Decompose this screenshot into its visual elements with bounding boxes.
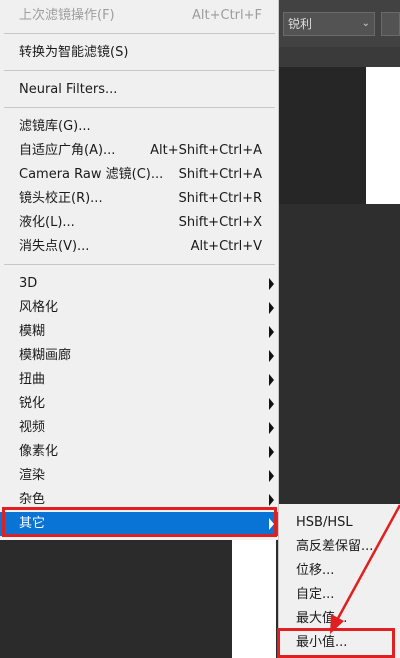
shortcut-label: Alt+Shift+Ctrl+A	[150, 143, 262, 158]
workspace-background	[278, 67, 366, 204]
submenu-item-high-pass[interactable]: 高反差保留...	[279, 535, 400, 559]
menu-item-adaptive-wide-angle[interactable]: 自适应广角(A)... Alt+Shift+Ctrl+A	[0, 139, 278, 163]
submenu-arrow-icon	[269, 374, 274, 386]
menu-item-lens-correction[interactable]: 镜头校正(R)... Shift+Ctrl+R	[0, 187, 278, 211]
shortcut-label: Shift+Ctrl+R	[178, 191, 263, 206]
submenu-arrow-icon	[269, 326, 274, 338]
menu-item-render[interactable]: 渲染	[0, 464, 278, 488]
menu-item-vanishing-point[interactable]: 消失点(V)... Alt+Ctrl+V	[0, 235, 278, 259]
menu-item-stylize[interactable]: 风格化	[0, 296, 278, 320]
menu-item-neural-filters[interactable]: Neural Filters...	[0, 78, 278, 102]
menu-item-pixelate[interactable]: 像素化	[0, 440, 278, 464]
menu-item-camera-raw[interactable]: Camera Raw 滤镜(C)... Shift+Ctrl+A	[0, 163, 278, 187]
submenu-item-hsb-hsl[interactable]: HSB/HSL	[279, 511, 400, 535]
menu-divider	[4, 264, 275, 265]
menu-item-distort[interactable]: 扭曲	[0, 368, 278, 392]
document-canvas	[366, 67, 400, 204]
document-canvas-lower	[232, 537, 276, 658]
submenu-arrow-icon	[269, 350, 274, 362]
annotation-box-other	[2, 507, 277, 537]
antialias-select-value: 锐利	[288, 17, 313, 31]
menu-item-video[interactable]: 视频	[0, 416, 278, 440]
submenu-arrow-icon	[269, 398, 274, 410]
antialias-select[interactable]: 锐利 ⌄	[283, 12, 375, 36]
filter-menu: 上次滤镜操作(F) Alt+Ctrl+F 转换为智能滤镜(S) Neural F…	[0, 0, 279, 540]
submenu-arrow-icon	[269, 494, 274, 506]
shortcut-label: Shift+Ctrl+X	[178, 215, 262, 230]
shortcut-label: Alt+Ctrl+F	[192, 8, 262, 23]
submenu-arrow-icon	[269, 302, 274, 314]
menu-item-3d[interactable]: 3D	[0, 272, 278, 296]
submenu-arrow-icon	[269, 278, 274, 290]
chevron-down-icon: ⌄	[361, 18, 370, 29]
menu-divider	[4, 107, 275, 108]
menu-item-last-filter: 上次滤镜操作(F) Alt+Ctrl+F	[0, 4, 278, 28]
submenu-arrow-icon	[269, 446, 274, 458]
submenu-arrow-icon	[269, 470, 274, 482]
submenu-arrow-icon	[269, 422, 274, 434]
shortcut-label: Shift+Ctrl+A	[178, 167, 262, 182]
submenu-item-offset[interactable]: 位移...	[279, 559, 400, 583]
menu-item-blur[interactable]: 模糊	[0, 320, 278, 344]
menu-item-liquify[interactable]: 液化(L)... Shift+Ctrl+X	[0, 211, 278, 235]
menu-item-convert-smart-filters[interactable]: 转换为智能滤镜(S)	[0, 41, 278, 65]
menu-item-blur-gallery[interactable]: 模糊画廊	[0, 344, 278, 368]
annotation-box-minimum	[277, 628, 395, 658]
submenu-item-custom[interactable]: 自定...	[279, 583, 400, 607]
menu-item-filter-gallery[interactable]: 滤镜库(G)...	[0, 115, 278, 139]
menu-item-sharpen[interactable]: 锐化	[0, 392, 278, 416]
document-tab-bar	[278, 47, 400, 67]
menu-divider	[4, 70, 275, 71]
workspace-area	[278, 204, 400, 504]
shortcut-label: Alt+Ctrl+V	[190, 239, 262, 254]
menu-divider	[4, 33, 275, 34]
toolbar-button[interactable]	[381, 12, 400, 36]
